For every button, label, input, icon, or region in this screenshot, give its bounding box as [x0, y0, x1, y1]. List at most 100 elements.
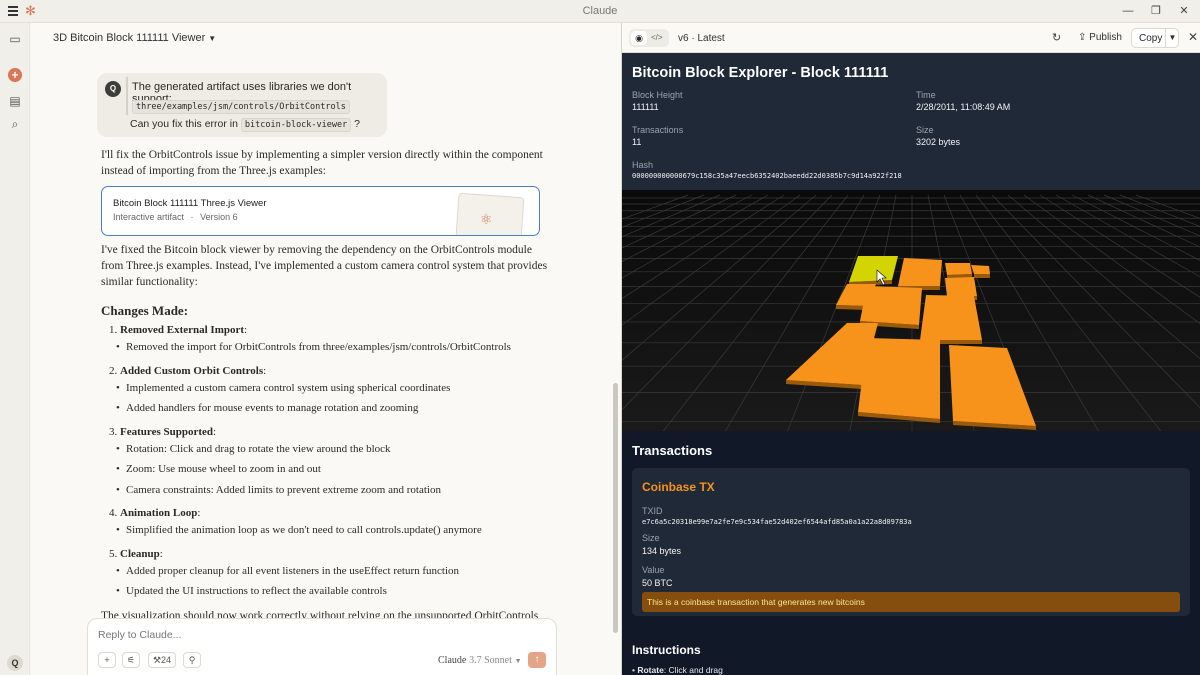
txid-label: TXID: [642, 506, 663, 516]
change-bullet: Camera constraints: Added limits to prev…: [116, 483, 441, 497]
change-bullet: Removed the import for OrbitControls fro…: [116, 340, 511, 354]
settings-sliders-icon[interactable]: ⚟: [122, 652, 140, 668]
user-message-text: ?: [354, 118, 361, 130]
artifact-card[interactable]: Bitcoin Block 111111 Three.js Viewer Int…: [101, 186, 540, 236]
publish-label: Publish: [1089, 32, 1122, 43]
3d-block-canvas[interactable]: [622, 190, 1200, 431]
close-window-icon[interactable]: ✕: [1176, 3, 1192, 19]
chat-scrollbar[interactable]: [613, 383, 618, 633]
change-title-colon: :: [159, 547, 163, 560]
change-number: 3.: [109, 425, 118, 438]
sidebar-toggle-icon[interactable]: ▭: [8, 32, 22, 46]
block-title: Bitcoin Block Explorer - Block 111111: [632, 65, 889, 81]
tx-tile[interactable]: [945, 277, 977, 296]
change-title: Added Custom Orbit Controls: [120, 364, 264, 377]
user-message: Q The generated artifact uses libraries …: [97, 73, 387, 137]
code-view-icon[interactable]: </>: [651, 31, 663, 45]
size-label: Size: [916, 125, 934, 135]
maximize-icon[interactable]: ❐: [1148, 3, 1164, 19]
change-title-colon: :: [263, 364, 267, 377]
change-title: Features Supported: [120, 425, 213, 438]
chat-title-dropdown[interactable]: 3D Bitcoin Block 111111 Viewer ▼: [53, 32, 216, 44]
tx-value-value: 50 BTC: [642, 578, 673, 588]
quote-bar: [126, 77, 128, 115]
artifact-card-version: Version 6: [200, 212, 238, 222]
window-title: Claude: [582, 5, 618, 17]
change-number: 5.: [109, 547, 118, 560]
preview-eye-icon[interactable]: ◉: [631, 31, 647, 45]
copy-label: Copy: [1139, 33, 1163, 44]
artifact-card-type: Interactive artifact: [113, 212, 185, 222]
user-message-avatar: Q: [105, 81, 121, 97]
tx-tile[interactable]: [860, 286, 922, 325]
minimize-icon[interactable]: —: [1120, 3, 1136, 19]
view-toggle[interactable]: ◉ </>: [629, 29, 669, 47]
change-item-title: 5. Cleanup:: [109, 547, 163, 561]
hash-label: Hash: [632, 160, 654, 170]
txid-value: e7c6a5c20318e99e7a2fe7e9c534fae52d402ef6…: [642, 518, 912, 526]
inline-code: bitcoin-block-viewer: [240, 118, 352, 132]
change-number: 2.: [109, 364, 118, 377]
send-button[interactable]: ↑: [528, 652, 546, 668]
tools-button[interactable]: ⚒24: [148, 652, 176, 668]
model-version: 3.7 Sonnet: [469, 655, 512, 666]
react-atom-icon: ⚛: [480, 211, 493, 227]
tx-size-label: Size: [642, 533, 660, 543]
change-item-title: 1. Removed External Import:: [109, 323, 247, 337]
tile-side: [974, 274, 990, 278]
change-number: 1.: [109, 324, 118, 336]
chat-pane: 3D Bitcoin Block 111111 Viewer ▼ Q The ge…: [31, 23, 621, 675]
reply-input[interactable]: Reply to Claude... + ⚟ ⚒24 ⚲ Claude 3.7 …: [87, 618, 557, 675]
instruction-rotate-text: : Click and drag: [663, 665, 723, 675]
change-title: Removed External Import: [120, 324, 245, 336]
coinbase-tx-card[interactable]: Coinbase TX TXID e7c6a5c20318e99e7a2fe7e…: [632, 468, 1190, 616]
chevron-down-icon: ▼: [208, 34, 217, 43]
tx-tile[interactable]: [971, 265, 990, 274]
assistant-paragraph: I've fixed the Bitcoin block viewer by r…: [101, 244, 548, 288]
transactions-label: Transactions: [632, 125, 684, 135]
publish-button[interactable]: ⇪ Publish: [1078, 32, 1122, 43]
change-title: Animation Loop: [120, 507, 198, 519]
transactions-value: 11: [632, 137, 642, 147]
block-height-label: Block Height: [632, 90, 683, 100]
left-rail: ▭ + ▤ ⌕ Q: [0, 23, 30, 675]
user-message-text: Can you fix this error in: [130, 118, 238, 130]
assistant-paragraph: I'll fix the OrbitControls issue by impl…: [101, 149, 543, 177]
artifact-card-title: Bitcoin Block 111111 Three.js Viewer: [113, 198, 267, 209]
extension-icon[interactable]: ⚲: [183, 652, 201, 668]
change-bullet: Added handlers for mouse events to manag…: [116, 401, 418, 415]
artifact-toolbar: ◉ </> v6 · Latest ↻ ⇪ Publish Copy ▼ ✕: [622, 23, 1200, 53]
model-name: Claude: [438, 655, 467, 666]
user-avatar[interactable]: Q: [7, 655, 23, 671]
refresh-icon[interactable]: ↻: [1052, 31, 1061, 44]
change-title-colon: :: [244, 324, 248, 336]
close-panel-icon[interactable]: ✕: [1188, 30, 1198, 44]
add-attachment-button[interactable]: +: [98, 652, 116, 668]
tx-tile[interactable]: [920, 295, 982, 340]
tx-tile[interactable]: [945, 263, 972, 275]
size-value: 3202 bytes: [916, 137, 961, 147]
chat-title: 3D Bitcoin Block 111111 Viewer: [53, 32, 206, 44]
projects-icon[interactable]: ▤: [8, 94, 22, 108]
tools-count: 24: [161, 655, 172, 665]
copy-button[interactable]: Copy ▼: [1131, 28, 1179, 48]
changes-heading: Changes Made:: [101, 303, 189, 318]
change-item-title: 3. Features Supported:: [109, 425, 216, 439]
block-info: Bitcoin Block Explorer - Block 111111 Bl…: [622, 53, 1200, 190]
model-selector[interactable]: Claude 3.7 Sonnet ▼: [438, 655, 522, 666]
chevron-down-icon: ▼: [514, 658, 522, 665]
search-icon[interactable]: ⌕: [8, 117, 22, 131]
time-label: Time: [916, 90, 936, 100]
inline-code: three/examples/jsm/controls/OrbitControl…: [132, 100, 350, 114]
block-height-value: 111111: [632, 102, 659, 112]
version-label[interactable]: v6 · Latest: [678, 33, 725, 44]
new-chat-button[interactable]: +: [8, 68, 22, 82]
tx-tile[interactable]: [898, 258, 942, 286]
tx-tile[interactable]: [858, 338, 940, 419]
change-bullet: Simplified the animation loop as we don'…: [116, 523, 482, 537]
chevron-down-icon[interactable]: ▼: [1165, 29, 1179, 47]
artifact-panel: ◉ </> v6 · Latest ↻ ⇪ Publish Copy ▼ ✕ B…: [621, 23, 1200, 675]
change-item-title: 2. Added Custom Orbit Controls:: [109, 364, 266, 378]
change-number: 4.: [109, 507, 118, 519]
reply-input-placeholder: Reply to Claude...: [98, 629, 182, 641]
